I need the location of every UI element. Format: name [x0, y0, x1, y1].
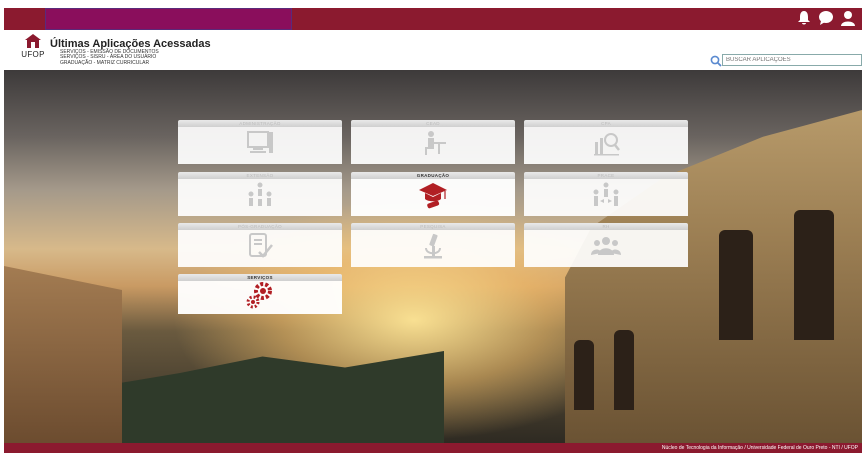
tile-rh[interactable]: RH [524, 223, 688, 267]
tile-label: RH [524, 223, 688, 230]
background-window [794, 210, 834, 340]
search-input[interactable] [722, 54, 862, 66]
house-icon [25, 34, 41, 48]
people-network-icon [245, 180, 275, 215]
background-window [574, 340, 594, 410]
tile-graduacao[interactable]: GRADUAÇÃO [351, 172, 515, 216]
recent-app-link[interactable]: GRADUAÇÃO - MATRIZ CURRICULAR [60, 60, 159, 66]
chat-icon[interactable] [818, 10, 834, 26]
tile-pesquisa[interactable]: PESQUISA [351, 223, 515, 267]
microscope-icon [418, 231, 448, 266]
top-bar-icons [796, 10, 856, 26]
tile-cpa[interactable]: CPA [524, 120, 688, 164]
search-icon[interactable] [710, 54, 722, 67]
search-box [710, 54, 862, 67]
chart-search-icon [591, 128, 621, 163]
tile-label: CEAD [351, 120, 515, 127]
header: UFOP Últimas Aplicações Acessadas SERVIÇ… [4, 30, 862, 70]
tile-label: CPA [524, 120, 688, 127]
graduation-cap-icon [418, 180, 448, 215]
gears-icon [245, 280, 275, 315]
ufop-logo[interactable]: UFOP [18, 34, 48, 68]
tile-extensao[interactable]: EXTENSÃO [178, 172, 342, 216]
group-exchange-icon [591, 180, 621, 215]
bell-icon[interactable] [796, 10, 812, 26]
footer: Núcleo de Tecnologia da Informação / Uni… [4, 443, 862, 453]
user-icon[interactable] [840, 10, 856, 26]
recent-apps-list: SERVIÇOS - EMISSÃO DE DOCUMENTOS SERVIÇO… [60, 49, 159, 66]
computer-icon [245, 128, 275, 163]
tile-label: PESQUISA [351, 223, 515, 230]
tile-administracao[interactable]: ADMINISTRAÇÃO [178, 120, 342, 164]
tile-servicos[interactable]: SERVIÇOS [178, 274, 342, 318]
top-bar [4, 8, 862, 30]
tile-label: EXTENSÃO [178, 172, 342, 179]
top-bar-highlight [45, 8, 292, 30]
tile-label: PÓS-GRADUAÇÃO [178, 223, 342, 230]
background-building-left [4, 266, 122, 443]
document-check-icon [245, 231, 275, 266]
users-icon [591, 231, 621, 266]
tile-label: PRACE [524, 172, 688, 179]
tile-cead[interactable]: CEAD [351, 120, 515, 164]
tile-label: GRADUAÇÃO [351, 172, 515, 179]
logo-label: UFOP [21, 50, 45, 59]
tile-label: ADMINISTRAÇÃO [178, 120, 342, 127]
background-window [614, 330, 634, 410]
footer-text: Núcleo de Tecnologia da Informação / Uni… [661, 445, 858, 451]
background-hills [114, 351, 444, 443]
tile-prace[interactable]: PRACE [524, 172, 688, 216]
tile-pos-graduacao[interactable]: PÓS-GRADUAÇÃO [178, 223, 342, 267]
student-desk-icon [418, 128, 448, 163]
background-window [719, 230, 753, 340]
